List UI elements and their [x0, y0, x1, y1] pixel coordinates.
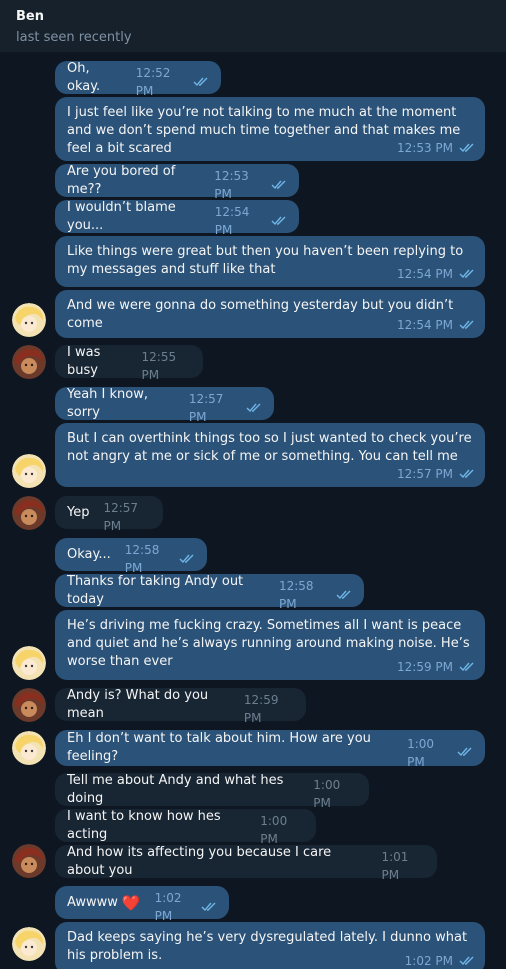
message-time: 12:54 PM [397, 318, 453, 332]
message-bubble[interactable]: I was busy 12:55 PM [55, 344, 203, 382]
message-bubble[interactable]: Tell me about Andy and what hes doing 1:… [55, 772, 369, 810]
message-text: I wouldn’t blame you... [67, 199, 180, 233]
message-time: 1:00 PM [407, 736, 435, 769]
double-check-icon [193, 77, 209, 87]
double-check-icon [459, 956, 475, 966]
message-bubble[interactable]: Yep 12:57 PM [55, 496, 163, 533]
heart-emoji: ❤️ [121, 893, 141, 912]
message-time: 12:53 PM [214, 169, 249, 201]
avatar[interactable] [12, 688, 46, 722]
avatar[interactable] [12, 646, 46, 680]
avatar[interactable] [12, 927, 46, 961]
double-check-icon [459, 269, 475, 279]
message-bubble[interactable]: Yeah I know, sorry 12:57 PM [55, 386, 274, 424]
message-text: Awwww [67, 894, 118, 910]
message-time: 1:01 PM [381, 850, 409, 882]
double-check-icon [336, 590, 352, 600]
contact-status: last seen recently [16, 30, 132, 45]
avatar[interactable] [12, 496, 46, 530]
message-text: Yeah I know, sorry [67, 386, 153, 420]
message-time: 1:00 PM [313, 778, 341, 810]
message-bubble[interactable]: He’s driving me fucking crazy. Sometimes… [55, 610, 485, 680]
message-text: I want to know how hes acting [67, 808, 225, 842]
chat-header[interactable]: Ben last seen recently [0, 0, 506, 53]
message-bubble[interactable]: I just feel like you’re not talking to m… [55, 97, 485, 161]
message-time: 12:57 PM [103, 501, 139, 533]
double-check-icon [201, 902, 217, 912]
double-check-icon [271, 180, 287, 190]
double-check-icon [459, 662, 475, 672]
message-bubble[interactable]: And we were gonna do something yesterday… [55, 290, 485, 338]
double-check-icon [459, 320, 475, 330]
message-text: Yep [67, 504, 90, 520]
double-check-icon [179, 554, 195, 564]
double-check-icon [459, 469, 475, 479]
message-bubble[interactable]: Andy is? What do you mean 12:59 PM [55, 687, 306, 725]
message-text: Oh, okay. [67, 60, 101, 94]
double-check-icon [246, 403, 262, 413]
message-time: 12:59 PM [397, 660, 453, 674]
double-check-icon [271, 216, 287, 226]
message-bubble[interactable]: I want to know how hes acting 1:00 PM [55, 808, 316, 846]
message-time: 1:02 PM [154, 891, 182, 923]
double-check-icon [459, 143, 475, 153]
message-bubble[interactable]: Awwww ❤️ 1:02 PM [55, 886, 229, 923]
message-text: Okay... [67, 546, 111, 562]
message-text: I was busy [67, 344, 105, 378]
message-bubble[interactable]: Are you bored of me?? 12:53 PM [55, 163, 299, 201]
message-time: 12:55 PM [141, 350, 177, 382]
message-text: Tell me about Andy and what hes doing [67, 772, 288, 806]
message-time: 12:57 PM [188, 392, 224, 424]
avatar[interactable] [12, 844, 46, 878]
message-text: Eh I don’t want to talk about him. How a… [67, 731, 376, 764]
message-time: 12:58 PM [278, 579, 314, 611]
message-bubble[interactable]: Eh I don’t want to talk about him. How a… [55, 730, 485, 769]
message-bubble[interactable]: Thanks for taking Andy out today 12:58 P… [55, 573, 364, 611]
message-time: 12:54 PM [214, 205, 250, 237]
message-text: Thanks for taking Andy out today [67, 573, 248, 607]
message-time: 1:02 PM [404, 954, 453, 968]
message-bubble[interactable]: And how its affecting you because I care… [55, 844, 437, 882]
message-text: And how its affecting you because I care… [67, 844, 336, 878]
message-time: 12:57 PM [397, 467, 453, 481]
avatar[interactable] [12, 345, 46, 379]
message-time: 12:53 PM [397, 141, 453, 155]
message-text: Andy is? What do you mean [67, 687, 213, 721]
message-text: Are you bored of me?? [67, 163, 180, 197]
message-time: 12:52 PM [135, 66, 171, 98]
message-bubble[interactable]: I wouldn’t blame you... 12:54 PM [55, 199, 299, 237]
message-bubble[interactable]: Okay... 12:58 PM [55, 538, 207, 575]
message-bubble[interactable]: Like things were great but then you have… [55, 236, 485, 287]
message-time: 12:54 PM [397, 267, 453, 281]
message-bubble[interactable]: But I can overthink things too so I just… [55, 423, 485, 487]
message-time: 12:59 PM [243, 693, 279, 725]
contact-name: Ben [16, 9, 44, 24]
avatar[interactable] [12, 454, 46, 488]
message-bubble[interactable]: Oh, okay. 12:52 PM [55, 60, 221, 98]
avatar[interactable] [12, 303, 46, 337]
double-check-icon [457, 747, 473, 757]
avatar[interactable] [12, 731, 46, 765]
message-text: But I can overthink things too so I just… [67, 431, 476, 464]
message-bubble[interactable]: Dad keeps saying he’s very dysregulated … [55, 922, 485, 969]
